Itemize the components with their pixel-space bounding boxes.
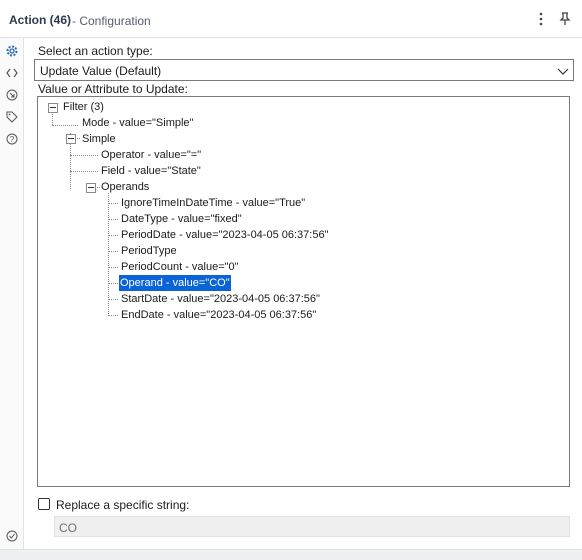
tree-node-filter[interactable]: Filter (3) [63, 99, 104, 115]
tree-node-operand-selected[interactable]: Operand - value="CO" [118, 274, 232, 292]
replace-string-label: Replace a specific string: [56, 498, 190, 512]
tree-node-ignore-time[interactable]: IgnoreTimeInDateTime - value="True" [121, 195, 305, 211]
tree-node-operator[interactable]: Operator - value="=" [101, 147, 201, 163]
svg-text:?: ? [10, 135, 15, 144]
tag-icon[interactable] [4, 109, 20, 125]
left-sidebar: ? [0, 38, 24, 559]
window-subtitle: - Configuration [72, 14, 151, 28]
tree-toggle-operands[interactable] [86, 183, 96, 193]
action-type-label: Select an action type: [38, 44, 153, 58]
chevron-down-icon [557, 65, 569, 75]
pin-icon[interactable] [558, 11, 572, 27]
tree-node-start-date[interactable]: StartDate - value="2023-04-05 06:37:56" [121, 291, 320, 307]
tree-node-period-date[interactable]: PeriodDate - value="2023-04-05 06:37:56" [121, 227, 328, 243]
attribute-tree[interactable]: Filter (3) Mode - value="Simple" Simple … [37, 96, 570, 487]
tree-toggle-filter[interactable] [48, 103, 58, 113]
replace-string-value: CO [59, 521, 77, 535]
tree-node-field[interactable]: Field - value="State" [101, 163, 201, 179]
check-circle-icon[interactable] [4, 528, 20, 544]
help-icon[interactable]: ? [4, 131, 20, 147]
tree-label: Value or Attribute to Update: [38, 82, 188, 96]
action-type-value: Update Value (Default) [40, 64, 162, 78]
replace-string-input[interactable]: CO [54, 516, 570, 537]
replace-string-checkbox[interactable] [38, 498, 50, 510]
tree-node-mode[interactable]: Mode - value="Simple" [82, 115, 193, 131]
window-title: Action (46) [9, 13, 72, 27]
tree-node-date-type[interactable]: DateType - value="fixed" [121, 211, 242, 227]
tree-node-end-date[interactable]: EndDate - value="2023-04-05 06:37:56" [121, 307, 316, 323]
bottom-bar [0, 549, 582, 560]
gear-icon[interactable] [4, 43, 20, 59]
arrow-circle-icon[interactable] [4, 87, 20, 103]
tree-node-period-count[interactable]: PeriodCount - value="0" [121, 259, 239, 275]
tree-node-operands[interactable]: Operands [101, 179, 149, 195]
tree-toggle-simple[interactable] [66, 134, 76, 144]
action-type-select[interactable]: Update Value (Default) [34, 59, 574, 81]
title-bar: Action (46) - Configuration [0, 0, 582, 38]
code-icon[interactable] [4, 65, 20, 81]
tree-node-simple[interactable]: Simple [82, 131, 116, 147]
tree-node-period-type[interactable]: PeriodType [121, 243, 177, 259]
kebab-menu-icon[interactable] [534, 11, 548, 27]
